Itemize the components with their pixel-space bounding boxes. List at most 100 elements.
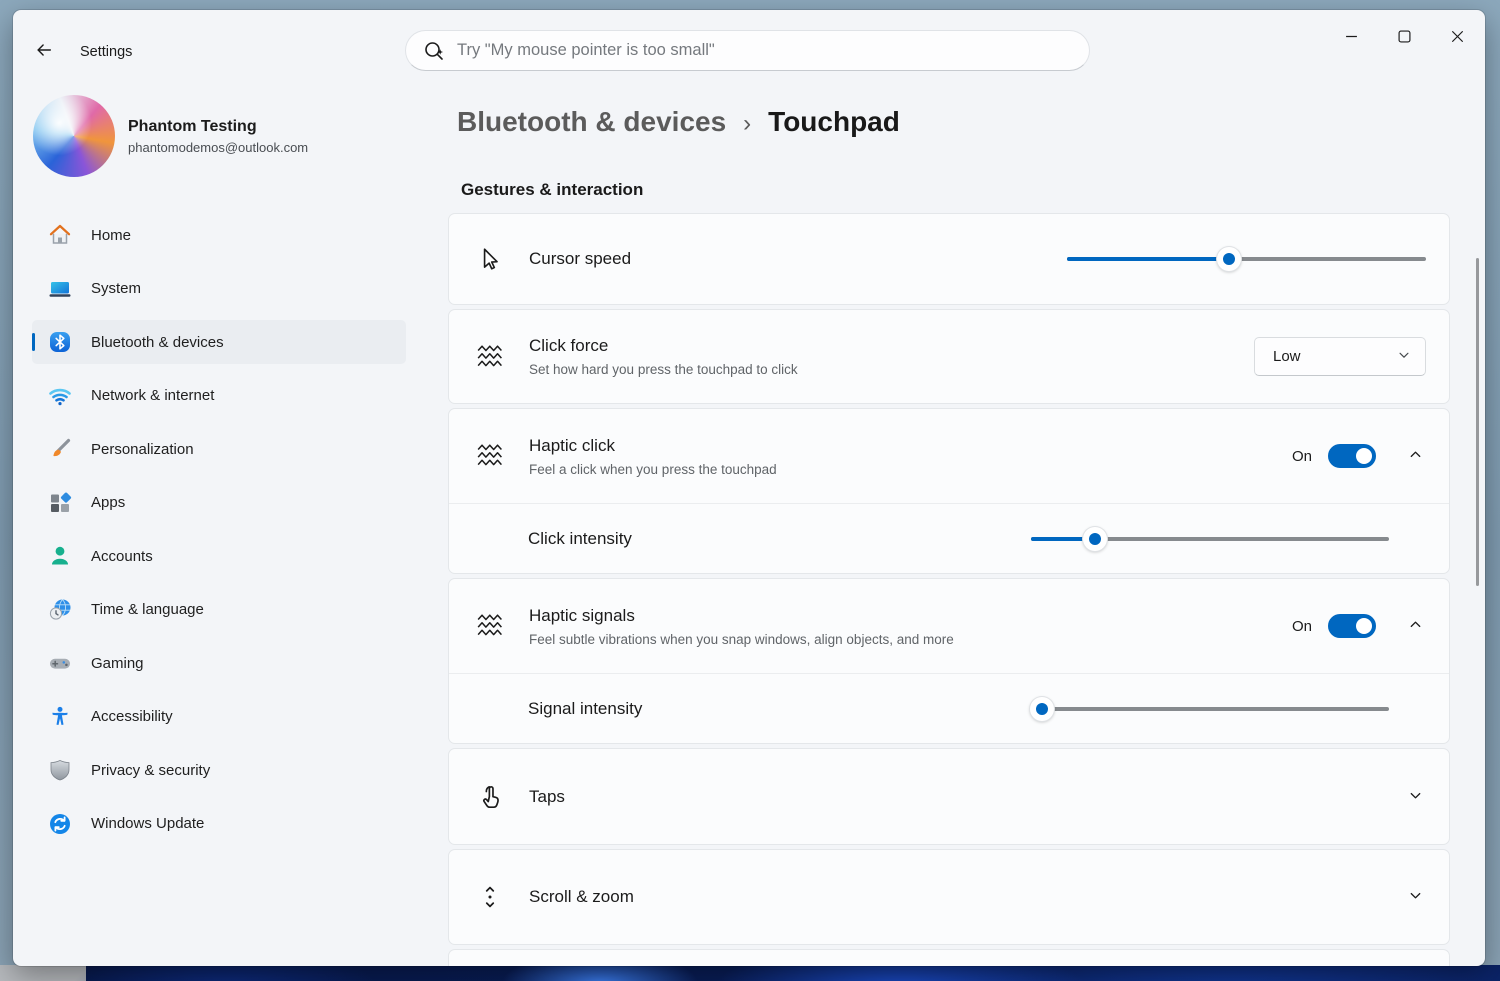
haptic-click-card: Haptic click Feel a click when you press… [448, 408, 1450, 574]
desktop-wallpaper [0, 965, 1500, 981]
signal-intensity-row: Signal intensity [449, 673, 1449, 743]
page-title: Touchpad [768, 106, 900, 138]
tap-gesture-icon [476, 783, 504, 811]
sidebar-item-windows-update[interactable]: Windows Update [32, 802, 406, 846]
section-title: Gestures & interaction [461, 180, 643, 200]
sidebar-item-label: System [91, 280, 141, 297]
apps-icon [48, 491, 72, 515]
search-sparkle-icon [422, 39, 446, 63]
haptic-signals-toggle[interactable] [1328, 614, 1376, 638]
sidebar-item-apps[interactable]: Apps [32, 481, 406, 525]
sidebar-item-label: Personalization [91, 441, 194, 458]
settings-cards: Cursor speed Click force Set how hard yo… [448, 213, 1450, 966]
sidebar-item-label: Windows Update [91, 815, 204, 832]
sidebar-item-label: Bluetooth & devices [91, 334, 224, 351]
scroll-icon [476, 883, 504, 911]
breadcrumb-parent[interactable]: Bluetooth & devices [457, 106, 726, 138]
sidebar-item-time-language[interactable]: Time & language [32, 588, 406, 632]
close-button[interactable] [1434, 20, 1480, 52]
sidebar-item-accessibility[interactable]: Accessibility [32, 695, 406, 739]
click-force-selected-value: Low [1273, 348, 1397, 365]
sidebar-item-privacy-security[interactable]: Privacy & security [32, 748, 406, 792]
accessibility-icon [48, 705, 72, 729]
scrollbar[interactable] [1476, 258, 1479, 586]
sidebar-nav: Home System Bluetooth & devices Network … [32, 213, 406, 846]
slider-thumb[interactable] [1083, 527, 1107, 551]
haptic-click-toggle[interactable] [1328, 444, 1376, 468]
sidebar-item-accounts[interactable]: Accounts [32, 534, 406, 578]
user-email: phantomodemos@outlook.com [128, 140, 308, 155]
taps-label: Taps [529, 787, 565, 807]
haptic-signals-description: Feel subtle vibrations when you snap win… [529, 632, 954, 647]
chevron-up-icon [1408, 617, 1423, 635]
toggle-knob [1356, 618, 1372, 634]
search-box[interactable] [405, 30, 1090, 71]
back-button[interactable] [29, 37, 59, 65]
cursor-speed-slider[interactable] [1067, 246, 1426, 272]
slider-thumb[interactable] [1217, 247, 1241, 271]
haptic-signals-collapse-button[interactable] [1404, 615, 1426, 637]
signal-intensity-slider[interactable] [1031, 696, 1389, 722]
click-force-dropdown[interactable]: Low [1254, 337, 1426, 376]
click-intensity-slider[interactable] [1031, 526, 1389, 552]
bluetooth-icon [48, 330, 72, 354]
accounts-icon [48, 544, 72, 568]
chevron-down-icon [1408, 788, 1423, 806]
partial-next-card[interactable] [448, 949, 1450, 966]
cursor-icon [476, 245, 504, 273]
slider-fill [1067, 257, 1229, 261]
scroll-zoom-label: Scroll & zoom [529, 887, 634, 907]
privacy-security-icon [48, 758, 72, 782]
app-title: Settings [80, 44, 132, 60]
sidebar-item-label: Time & language [91, 601, 204, 618]
haptic-signals-toggle-state: On [1292, 618, 1312, 635]
search-input[interactable] [457, 41, 1073, 60]
user-profile[interactable]: Phantom Testing phantomodemos@outlook.co… [33, 95, 308, 177]
maximize-button[interactable] [1381, 20, 1427, 52]
chevron-up-icon [1408, 447, 1423, 465]
taps-expand-button[interactable] [1404, 786, 1426, 808]
sidebar-item-system[interactable]: System [32, 267, 406, 311]
slider-thumb[interactable] [1030, 697, 1054, 721]
chevron-down-icon [1397, 348, 1411, 366]
settings-window: Settings Phantom Testing phantomodemos@o… [13, 10, 1485, 966]
avatar [33, 95, 115, 177]
haptic-waves-icon [476, 442, 504, 470]
network-icon [48, 384, 72, 408]
click-intensity-label: Click intensity [528, 529, 632, 549]
user-name: Phantom Testing [128, 118, 308, 136]
cursor-speed-card: Cursor speed [448, 213, 1450, 305]
sidebar-item-home[interactable]: Home [32, 213, 406, 257]
personalization-icon [48, 437, 72, 461]
gaming-icon [48, 651, 72, 675]
sidebar-item-label: Home [91, 227, 131, 244]
minimize-button[interactable] [1328, 20, 1374, 52]
click-intensity-row: Click intensity [449, 503, 1449, 573]
chevron-down-icon [1408, 888, 1423, 906]
scroll-zoom-card[interactable]: Scroll & zoom [448, 849, 1450, 945]
sidebar-item-bluetooth-devices[interactable]: Bluetooth & devices [32, 320, 406, 364]
sidebar-item-label: Network & internet [91, 387, 214, 404]
haptic-signals-label: Haptic signals [529, 606, 954, 626]
taps-card[interactable]: Taps [448, 748, 1450, 845]
cursor-speed-label: Cursor speed [529, 249, 631, 269]
sidebar-item-network-internet[interactable]: Network & internet [32, 374, 406, 418]
slider-track[interactable] [1031, 707, 1389, 711]
sidebar-item-personalization[interactable]: Personalization [32, 427, 406, 471]
click-force-card: Click force Set how hard you press the t… [448, 309, 1450, 404]
system-icon [48, 277, 72, 301]
haptic-click-collapse-button[interactable] [1404, 445, 1426, 467]
haptic-waves-icon [476, 343, 504, 371]
breadcrumb: Bluetooth & devices › Touchpad [457, 106, 900, 138]
sidebar-item-label: Privacy & security [91, 762, 210, 779]
signal-intensity-label: Signal intensity [528, 699, 642, 719]
haptic-click-label: Haptic click [529, 436, 777, 456]
home-icon [48, 223, 72, 247]
haptic-waves-icon [476, 612, 504, 640]
sidebar-item-label: Gaming [91, 655, 144, 672]
sidebar-item-gaming[interactable]: Gaming [32, 641, 406, 685]
window-controls [1328, 20, 1480, 52]
scroll-zoom-expand-button[interactable] [1404, 886, 1426, 908]
haptic-click-toggle-state: On [1292, 448, 1312, 465]
time-language-icon [48, 598, 72, 622]
